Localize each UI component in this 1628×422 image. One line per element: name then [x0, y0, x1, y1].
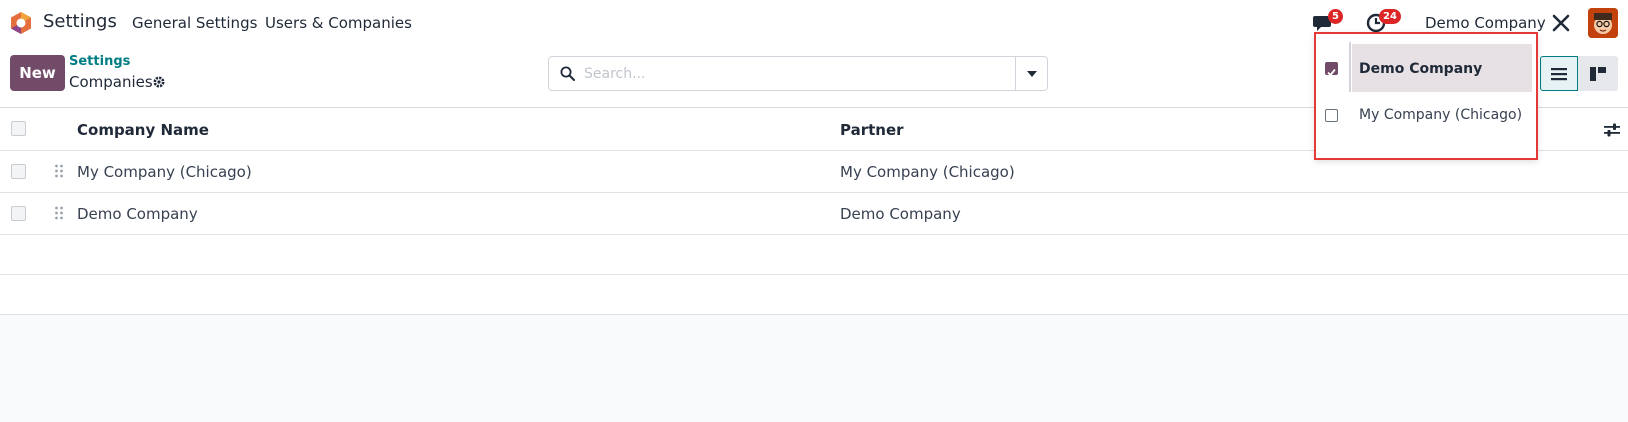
company-switcher-dropdown: Demo Company My Company (Chicago) [1314, 32, 1538, 160]
row-checkbox[interactable] [11, 206, 26, 221]
empty-row [0, 235, 1628, 275]
cell-partner: My Company (Chicago) [840, 163, 1015, 181]
cell-company-name: My Company (Chicago) [77, 163, 252, 181]
table-row[interactable]: Demo Company Demo Company [0, 193, 1628, 235]
cell-partner: Demo Company [840, 205, 961, 223]
user-avatar[interactable] [1588, 8, 1618, 38]
page-title: Companies [69, 73, 153, 91]
list-view-icon [1551, 67, 1567, 80]
select-all-checkbox[interactable] [11, 121, 26, 136]
menu-users-companies[interactable]: Users & Companies [265, 14, 412, 32]
kanban-view-button[interactable] [1578, 56, 1618, 91]
activities-badge: 24 [1379, 9, 1401, 24]
company-option-demo-company[interactable]: Demo Company [1316, 34, 1536, 92]
gear-icon[interactable] [152, 74, 166, 93]
new-button[interactable]: New [10, 55, 65, 91]
odoo-app-icon[interactable] [9, 11, 33, 35]
item-divider [1349, 42, 1351, 92]
company-option-my-company-chicago[interactable]: My Company (Chicago) [1316, 96, 1536, 144]
cell-company-name: Demo Company [77, 205, 198, 223]
drag-handle-icon[interactable] [55, 163, 63, 182]
debug-tools-icon[interactable] [1551, 13, 1571, 37]
menu-general-settings[interactable]: General Settings [132, 14, 257, 32]
company-checkbox-checked[interactable] [1325, 62, 1338, 77]
caret-down-icon [1026, 70, 1037, 77]
breadcrumb-settings[interactable]: Settings [69, 54, 130, 69]
column-header-partner[interactable]: Partner [840, 121, 904, 139]
row-checkbox[interactable] [11, 164, 26, 179]
list-view-button[interactable] [1540, 56, 1578, 91]
company-checkbox[interactable] [1325, 109, 1338, 122]
column-header-company-name[interactable]: Company Name [77, 121, 209, 139]
optional-columns-icon[interactable] [1604, 122, 1620, 141]
empty-row [0, 275, 1628, 315]
kanban-view-icon [1590, 66, 1606, 81]
search-bar [548, 56, 1048, 91]
company-switcher[interactable]: Demo Company [1425, 14, 1546, 32]
company-option-label: Demo Company [1359, 61, 1483, 77]
messages-badge: 5 [1328, 9, 1343, 24]
drag-handle-icon[interactable] [55, 205, 63, 224]
search-options-toggle[interactable] [1015, 57, 1047, 90]
search-input[interactable] [584, 58, 994, 89]
company-option-label: My Company (Chicago) [1359, 107, 1523, 123]
search-icon [560, 66, 575, 85]
app-name[interactable]: Settings [43, 11, 117, 32]
